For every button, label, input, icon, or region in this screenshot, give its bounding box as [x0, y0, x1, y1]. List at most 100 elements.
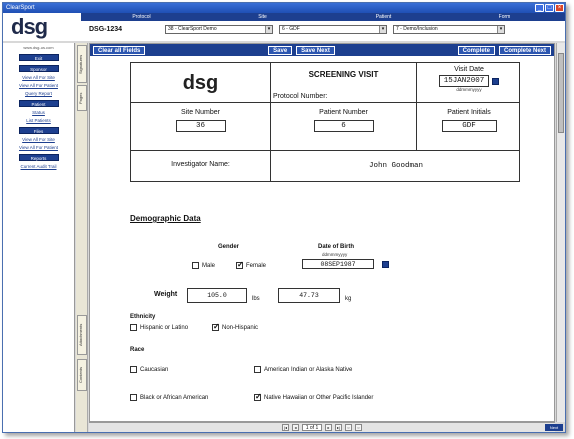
form-title: SCREENING VISIT — [308, 70, 379, 79]
sidebar-item-view-all-for-site[interactable]: View All For Site — [3, 75, 74, 80]
tab-pages[interactable]: Pages — [77, 85, 87, 111]
complete-next-button[interactable]: Complete Next — [499, 45, 552, 55]
complete-button[interactable]: Complete — [457, 45, 495, 55]
sidebar-item-current-audit-trail[interactable]: Current Audit Trail — [3, 164, 74, 169]
native-american-checkbox[interactable] — [254, 366, 261, 373]
close-button[interactable]: × — [555, 4, 564, 12]
tab-signatures[interactable]: Signatures — [77, 45, 87, 83]
save-button[interactable]: Save — [268, 45, 293, 55]
context-select-bar: DSG-1234 38 - ClearSport Demo ▾ 6 - GDF ▾ … — [81, 22, 565, 36]
race-caucasian-option[interactable]: Caucasian — [130, 366, 168, 373]
lbs-unit: lbs — [252, 296, 260, 302]
patient-initials-input[interactable]: GDF — [441, 120, 497, 132]
sidebar-item-view-all-for-patient[interactable]: View All For Patient — [3, 83, 74, 88]
clear-all-fields-button[interactable]: Clear all Fields — [93, 45, 146, 55]
header: dsg Protocol Site Patient Form DSG-1234 … — [3, 13, 565, 41]
gender-label: Gender — [218, 244, 240, 250]
dob-input[interactable]: 08SEP1987 — [302, 259, 374, 269]
column-protocol: Protocol — [132, 14, 151, 20]
maximize-button[interactable]: □ — [545, 4, 554, 12]
scrollbar-thumb[interactable] — [558, 53, 564, 133]
visit-date-label: Visit Date — [454, 66, 484, 73]
protocol-number-label: Protocol Number: — [273, 93, 328, 100]
race-native-american-option[interactable]: American Indian or Alaska Native — [254, 366, 352, 373]
zoom-in-icon[interactable]: ○ — [355, 424, 362, 431]
minimize-button[interactable]: _ — [535, 4, 544, 12]
visit-date-input[interactable]: 15JAN2007 — [439, 75, 489, 87]
page-navigator: |◂ ◂ 1 of 1 ▸ ▸| ○ ○ — [89, 422, 555, 432]
vertical-tab-strip: Signatures Pages Attachments Contents — [76, 43, 88, 432]
patient-select[interactable]: 6 - GDF ▾ — [279, 24, 387, 34]
prev-page-icon[interactable]: ◂ — [292, 424, 299, 431]
ethnicity-non-hispanic-option[interactable]: Non-Hispanic — [212, 322, 258, 331]
sidebar-item-view-all-for-patient[interactable]: View All For Patient — [3, 145, 74, 150]
sidebar-item-exit[interactable]: Exit — [18, 54, 59, 61]
caucasian-checkbox[interactable] — [130, 366, 137, 373]
column-site: Site — [258, 14, 267, 20]
hispanic-checkbox[interactable] — [130, 324, 137, 331]
weight-kg-input[interactable]: 47.73 — [278, 288, 340, 303]
race-black-option[interactable]: Black or African American — [130, 394, 208, 401]
last-page-icon[interactable]: ▸| — [335, 424, 342, 431]
site-number-label: Site Number — [181, 109, 220, 116]
form-toolbar: Clear all Fields Save Save Next Complete… — [90, 44, 554, 56]
race-label: Race — [130, 347, 145, 353]
demographic-section-title: Demographic Data — [130, 214, 201, 223]
patient-number-label: Patient Number — [319, 109, 368, 116]
form-header-box: dsg SCREENING VISIT Protocol Number: Vis… — [130, 62, 520, 182]
window-title: ClearSport — [6, 5, 35, 11]
visit-date-format: ddmmmyyyy — [456, 87, 482, 92]
sidebar-item-sponsor[interactable]: Sponsor — [18, 65, 59, 72]
vertical-scrollbar[interactable] — [556, 43, 565, 422]
app-window: ClearSport _ □ × dsg Protocol Site Patie… — [2, 2, 566, 433]
sidebar-item-query-report[interactable]: Query Report — [3, 91, 74, 96]
calendar-icon[interactable] — [492, 77, 499, 85]
next-page-icon[interactable]: ▸ — [325, 424, 332, 431]
tab-contents[interactable]: Contents — [77, 359, 87, 391]
kg-unit: kg — [345, 296, 352, 302]
column-patient: Patient — [375, 14, 392, 20]
male-checkbox[interactable] — [192, 262, 199, 269]
sidebar-item-list-patients[interactable]: List Patients — [3, 118, 74, 123]
chevron-down-icon: ▾ — [265, 25, 272, 33]
sidebar-item-files[interactable]: Files — [18, 127, 59, 134]
next-status-button[interactable]: Next — [545, 424, 563, 431]
page-indicator[interactable]: 1 of 1 — [302, 424, 322, 431]
protocol-id: DSG-1234 — [89, 25, 123, 33]
site-number-input[interactable]: 36 — [175, 120, 226, 132]
site-url: www.dsg-us.com — [23, 45, 54, 50]
form-area: Clear all Fields Save Save Next Complete… — [89, 43, 555, 422]
dob-format: ddmmmyyyy — [322, 252, 348, 257]
left-sidebar: www.dsg-us.com Exit Sponsor View All For S… — [3, 43, 75, 432]
tab-attachments[interactable]: Attachments — [77, 315, 87, 355]
dob-label: Date of Birth — [318, 244, 354, 250]
sidebar-item-status[interactable]: Status — [3, 110, 74, 115]
column-form: Form — [498, 14, 511, 20]
weight-label: Weight — [154, 291, 178, 298]
non-hispanic-checkbox[interactable] — [212, 322, 220, 331]
patient-number-input[interactable]: 6 — [313, 120, 374, 132]
race-pacific-option[interactable]: Native Hawaiian or Other Pacific Islande… — [254, 392, 373, 401]
black-checkbox[interactable] — [130, 394, 137, 401]
investigator-name-field[interactable]: John Goodman — [271, 151, 521, 182]
form-select[interactable]: 7 - Demo/Inclusion ▾ — [393, 24, 505, 34]
weight-lbs-input[interactable]: 105.0 — [187, 288, 247, 303]
gender-female-option[interactable]: Female — [236, 260, 266, 269]
site-select[interactable]: 38 - ClearSport Demo ▾ — [165, 24, 273, 34]
zoom-out-icon[interactable]: ○ — [345, 424, 352, 431]
pacific-islander-checkbox[interactable] — [254, 392, 262, 401]
save-next-button[interactable]: Save Next — [296, 45, 335, 55]
first-page-icon[interactable]: |◂ — [282, 424, 289, 431]
patient-initials-label: Patient Initials — [447, 109, 491, 116]
female-checkbox[interactable] — [236, 260, 244, 269]
sidebar-item-patient[interactable]: Patient — [18, 100, 59, 107]
form-logo: dsg — [182, 72, 219, 94]
context-column-bar: Protocol Site Patient Form — [81, 13, 565, 21]
ethnicity-label: Ethnicity — [130, 314, 156, 320]
sidebar-item-view-all-for-site[interactable]: View All For Site — [3, 137, 74, 142]
gender-male-option[interactable]: Male — [192, 262, 215, 269]
sidebar-item-reports[interactable]: Reports — [18, 154, 59, 161]
calendar-icon[interactable] — [382, 261, 389, 268]
ethnicity-hispanic-option[interactable]: Hispanic or Latino — [130, 324, 188, 331]
title-bar: ClearSport _ □ × — [3, 3, 565, 13]
